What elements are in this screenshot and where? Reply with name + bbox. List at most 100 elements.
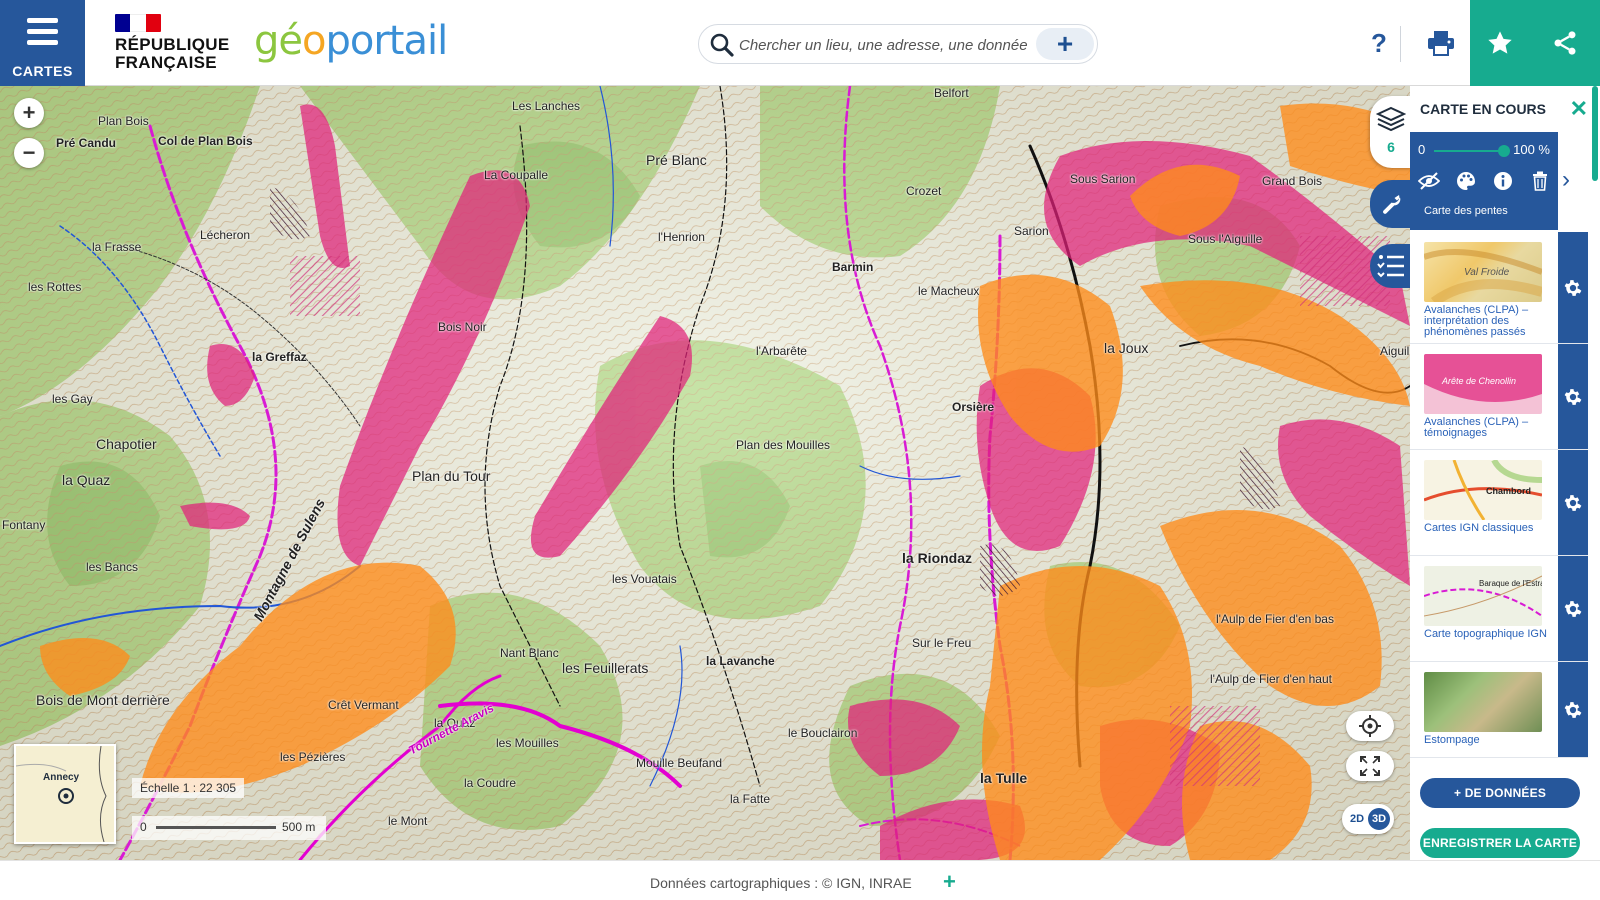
layer-card[interactable]: Val Froide Avalanches (CLPA) – interprét… xyxy=(1410,232,1588,344)
chevron-right-icon[interactable]: › xyxy=(1562,166,1570,194)
map-place-label: Bois Noir xyxy=(438,320,487,334)
layer-name[interactable]: Avalanches (CLPA) – témoignages xyxy=(1424,417,1552,439)
opacity-max-label: 100 % xyxy=(1513,142,1550,157)
search-input[interactable] xyxy=(739,34,1029,56)
thumb-ign-topo: Baraque de l'Estrade xyxy=(1424,575,1542,617)
map-place-label: Sous Sarion xyxy=(1070,172,1136,186)
layer-card[interactable]: Chambord Cartes IGN classiques xyxy=(1410,450,1588,556)
map-place-label: le Bouclairon xyxy=(788,726,858,740)
map-place-label: la Tulle xyxy=(980,770,1028,786)
star-icon xyxy=(1488,31,1512,54)
map-view[interactable]: Plan Bois Col de Plan Bois Pré Candu Les La… xyxy=(0,86,1410,860)
map-place-label: les Mouilles xyxy=(496,736,559,750)
layer-settings-button[interactable] xyxy=(1558,232,1588,343)
hide-layer-button[interactable] xyxy=(1417,169,1441,193)
geoportail-logo[interactable]: géoportail xyxy=(254,18,448,64)
layer-card[interactable]: Arête de Chenollin Avalanches (CLPA) – t… xyxy=(1410,344,1588,450)
layer-card[interactable]: Estompage xyxy=(1410,662,1588,758)
map-place-label: la Joux xyxy=(1104,340,1149,356)
save-map-button[interactable]: ENREGISTRER LA CARTE xyxy=(1420,828,1580,858)
zoom-in-button[interactable]: + xyxy=(14,98,44,128)
layer-card[interactable]: Baraque de l'Estrade Carte topographique… xyxy=(1410,556,1588,662)
fullscreen-icon xyxy=(1360,756,1380,776)
layers-tab[interactable]: 6 xyxy=(1370,96,1412,168)
active-layer-name: Carte des pentes xyxy=(1424,205,1508,217)
layer-name[interactable]: Estompage xyxy=(1424,735,1552,746)
map-place-label: Mouille Beufand xyxy=(636,756,723,770)
map-place-label: le Mont xyxy=(388,814,428,828)
info-icon xyxy=(1493,172,1512,190)
map-place-label: l'Henrion xyxy=(658,230,705,244)
layer-name[interactable]: Avalanches (CLPA) – interprétation des p… xyxy=(1424,305,1552,338)
map-place-label: Crêt Vermant xyxy=(328,698,399,712)
thumb-avalanche-temoin: Arête de Chenollin xyxy=(1424,354,1542,402)
close-panel-button[interactable]: ✕ xyxy=(1570,96,1588,122)
minimap-label: Annecy xyxy=(43,772,80,783)
thumb-ign-classic: Chambord xyxy=(1424,460,1542,520)
map-place-label: Chapotier xyxy=(96,436,157,452)
map-place-label: la Quaz xyxy=(62,472,111,488)
search-icon[interactable] xyxy=(709,32,735,58)
map-place-label: Lécheron xyxy=(200,228,251,242)
map-place-label: Crozet xyxy=(906,184,942,198)
delete-layer-button[interactable] xyxy=(1528,169,1552,193)
help-button[interactable]: ? xyxy=(1358,22,1400,64)
scale-bar: 0 500 m xyxy=(132,816,326,840)
tools-tab[interactable] xyxy=(1370,180,1412,228)
map-place-label: Plan Bois xyxy=(98,114,149,128)
layer-settings-button[interactable] xyxy=(1558,450,1588,555)
dimension-toggle[interactable]: 2D 3D xyxy=(1342,804,1394,834)
favorites-button[interactable] xyxy=(1470,0,1530,86)
opacity-handle[interactable] xyxy=(1498,145,1510,157)
advanced-search-button[interactable]: + xyxy=(1036,28,1094,60)
zoom-out-button[interactable]: − xyxy=(14,138,44,168)
map-place-label: Pré Candu xyxy=(56,136,117,150)
panel-scrollbar[interactable] xyxy=(1590,86,1600,860)
style-layer-button[interactable] xyxy=(1454,169,1478,193)
map-place-label: Sarion xyxy=(1014,224,1049,238)
expand-attribution-button[interactable]: + xyxy=(943,869,956,895)
map-place-label: la Lavanche xyxy=(706,654,775,668)
rf-line-2: FRANÇAISE xyxy=(115,53,217,72)
map-place-label: la Frasse xyxy=(92,240,142,254)
map-place-label: Plan du Tour xyxy=(412,468,491,484)
scale-ratio: Échelle 1 : 22 305 xyxy=(132,778,245,798)
scale-bar-start: 0 xyxy=(140,820,147,834)
share-icon xyxy=(1554,31,1576,55)
maps-menu-label: CARTES xyxy=(12,63,73,79)
footer: Données cartographiques : © IGN, INRAE + xyxy=(0,860,1600,900)
legend-tab[interactable] xyxy=(1370,244,1412,288)
layer-thumbnail: Chambord xyxy=(1424,460,1542,520)
brand-part-3: portail xyxy=(325,18,448,64)
layer-settings-button[interactable] xyxy=(1558,662,1588,757)
mode-3d-button[interactable]: 3D xyxy=(1368,808,1390,830)
gear-icon xyxy=(1564,388,1582,405)
rf-line-1: RÉPUBLIQUE xyxy=(115,35,230,54)
layer-settings-button[interactable] xyxy=(1558,344,1588,449)
layer-name[interactable]: Carte topographique IGN xyxy=(1424,629,1552,640)
fullscreen-button[interactable] xyxy=(1346,751,1394,781)
map-place-label: le Macheux xyxy=(918,284,980,298)
thumb-text-chambord: Chambord xyxy=(1486,486,1531,496)
layer-thumbnail: Val Froide xyxy=(1424,242,1542,302)
thumb-avalanche-interp: Val Froide xyxy=(1424,249,1542,302)
map-place-label: la Greffaz xyxy=(252,350,307,364)
layer-info-button[interactable] xyxy=(1491,169,1515,193)
geolocate-button[interactable] xyxy=(1346,711,1394,741)
map-place-label: Bois de Mont derrière xyxy=(36,692,170,708)
layer-name[interactable]: Cartes IGN classiques xyxy=(1424,523,1552,534)
map-place-label: Belfort xyxy=(934,86,969,100)
print-button[interactable] xyxy=(1420,22,1462,64)
map-place-label: Barmin xyxy=(832,260,874,274)
printer-icon xyxy=(1428,31,1454,56)
opacity-track[interactable] xyxy=(1434,145,1510,157)
layer-settings-button[interactable] xyxy=(1558,556,1588,661)
mode-2d-button[interactable]: 2D xyxy=(1346,808,1368,830)
maps-menu-button[interactable]: CARTES xyxy=(0,0,85,86)
add-data-button[interactable]: + DE DONNÉES xyxy=(1420,778,1580,808)
map-place-label: Sous l'Aiguille xyxy=(1188,232,1263,246)
opacity-slider[interactable]: 0 100 % xyxy=(1410,140,1558,160)
thumb-text-val-froide: Val Froide xyxy=(1464,267,1510,278)
overview-minimap[interactable]: Annecy xyxy=(14,744,116,844)
share-button[interactable] xyxy=(1530,0,1600,86)
